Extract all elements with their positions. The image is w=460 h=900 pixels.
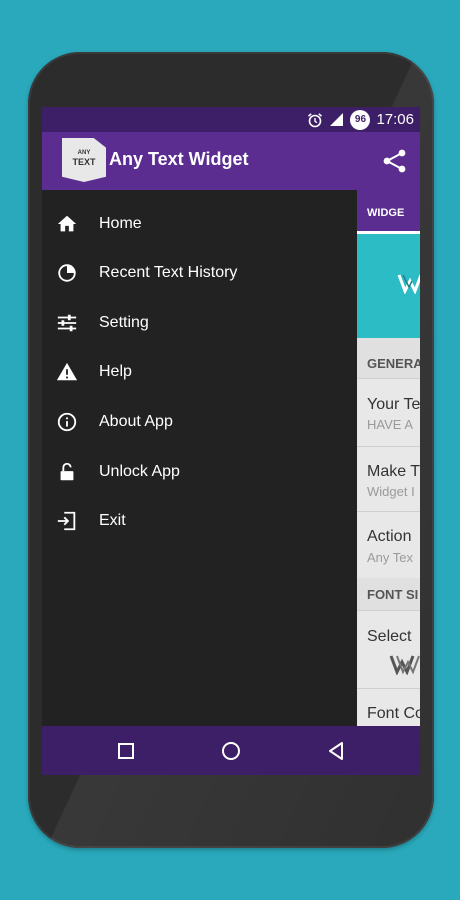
back-icon[interactable] xyxy=(326,740,346,762)
status-icons: 96 17:06 xyxy=(307,107,414,132)
logo-line-2: TEXT xyxy=(72,157,96,167)
system-nav-bar xyxy=(42,726,420,775)
status-time: 17:06 xyxy=(376,111,414,128)
font-color-title[interactable]: Font Co xyxy=(367,705,420,723)
share-icon[interactable] xyxy=(382,148,408,174)
navigation-drawer: Home Recent Text History Setting Help Ab… xyxy=(42,190,357,726)
drawer-item-exit[interactable]: Exit xyxy=(42,497,357,545)
drawer-item-recent-history[interactable]: Recent Text History xyxy=(42,249,357,297)
select-font-title: Select xyxy=(367,628,412,645)
exit-icon xyxy=(57,511,76,531)
drawer-item-unlock[interactable]: Unlock App xyxy=(42,448,357,496)
drawer-item-home[interactable]: Home xyxy=(42,200,357,248)
app-logo: ANY TEXT xyxy=(62,138,106,182)
home-icon xyxy=(57,215,77,232)
recents-icon[interactable] xyxy=(117,742,135,760)
app-bar: ANY TEXT Any Text Widget xyxy=(42,132,420,190)
lock-icon xyxy=(60,462,74,481)
action-subtitle: Any Tex xyxy=(367,550,414,565)
make-subtitle: Widget I xyxy=(367,484,415,499)
warning-icon xyxy=(56,362,78,381)
history-icon xyxy=(58,264,76,282)
drawer-item-label: Help xyxy=(99,363,132,380)
sliders-icon xyxy=(57,314,77,332)
action-row[interactable]: Action Any Tex xyxy=(357,512,420,578)
make-title: Make T xyxy=(367,463,420,480)
drawer-item-label: Recent Text History xyxy=(99,264,238,281)
signal-icon xyxy=(330,113,344,126)
drawer-item-label: Exit xyxy=(99,512,126,529)
battery-level: 96 xyxy=(354,113,367,125)
drawer-item-label: Home xyxy=(99,215,142,232)
drawer-item-label: Setting xyxy=(99,314,149,331)
make-row[interactable]: Make T Widget I xyxy=(357,447,420,511)
battery-icon: 96 xyxy=(350,109,371,130)
info-icon xyxy=(57,412,77,432)
action-title: Action xyxy=(367,528,412,545)
divider xyxy=(357,688,420,689)
your-text-title: Your Te xyxy=(367,396,420,413)
app-title: Any Text Widget xyxy=(109,149,249,169)
settings-content: WIDGE GENERA Your Te HAVE A Make T Widge… xyxy=(357,190,420,726)
status-bar: 96 17:06 xyxy=(42,107,420,132)
drawer-item-setting[interactable]: Setting xyxy=(42,299,357,347)
font-section-header: FONT SI xyxy=(367,587,419,602)
your-text-subtitle: HAVE A xyxy=(367,417,414,432)
drawer-item-help[interactable]: Help xyxy=(42,348,357,396)
alarm-icon xyxy=(308,112,323,127)
select-font-row[interactable]: Select xyxy=(357,611,420,688)
tab-widget[interactable]: WIDGE xyxy=(367,207,404,219)
drawer-item-label: About App xyxy=(99,413,173,430)
widget-logo-icon xyxy=(397,274,420,294)
logo-line-1: ANY xyxy=(77,150,91,156)
drawer-item-label: Unlock App xyxy=(99,463,180,480)
tab-bar: WIDGE xyxy=(357,190,420,234)
font-preview-icon xyxy=(389,655,420,675)
device-screen: 96 17:06 ANY TEXT Any Text Widget WIDGE xyxy=(42,107,420,775)
general-section-header: GENERA xyxy=(367,356,420,371)
home-button-icon[interactable] xyxy=(220,740,242,762)
widget-preview[interactable] xyxy=(357,234,420,338)
your-text-row[interactable]: Your Te HAVE A xyxy=(357,379,420,445)
drawer-item-about[interactable]: About App xyxy=(42,398,357,446)
